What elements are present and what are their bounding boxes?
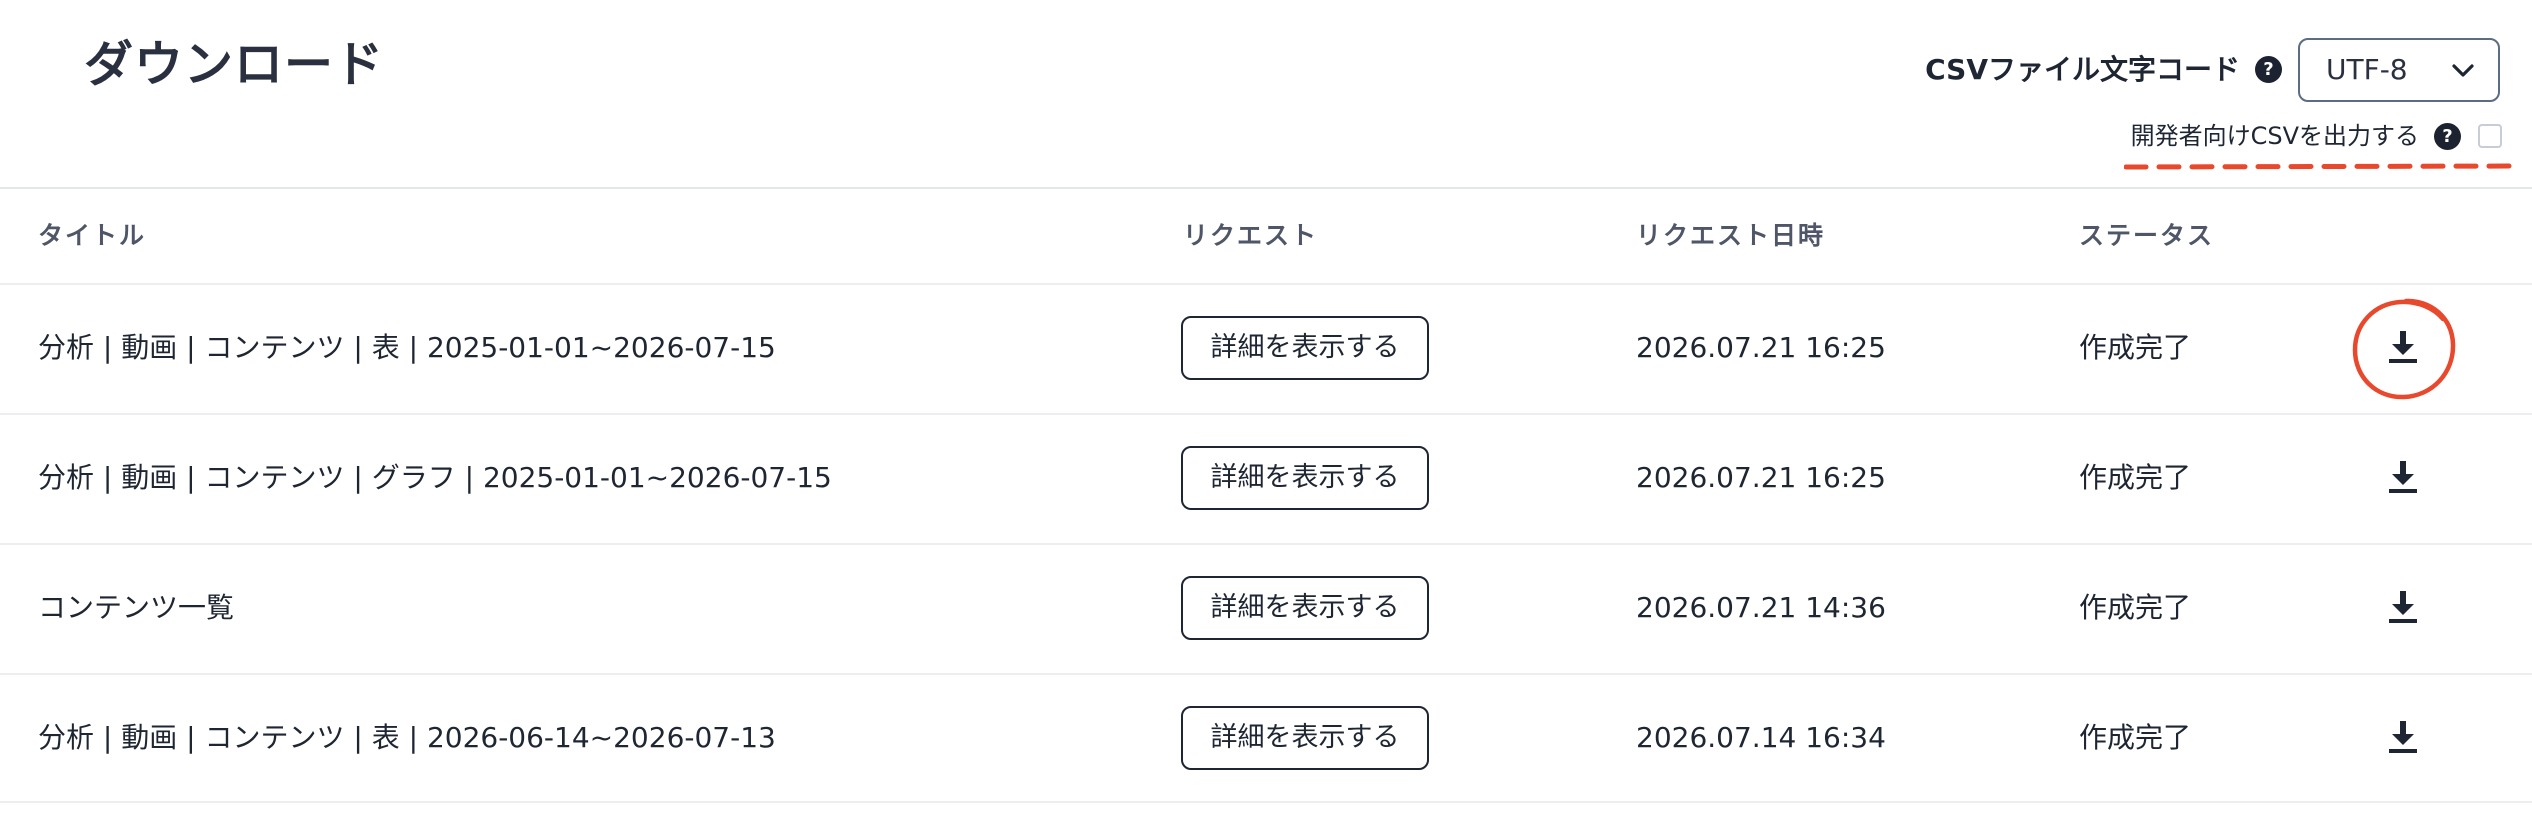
question-circle-icon[interactable]: ? bbox=[2434, 123, 2461, 150]
table-row: 分析 | 動画 | コンテンツ | グラフ | 2025-01-01~2026-… bbox=[0, 413, 2532, 543]
dashed-underline-annotation bbox=[2123, 156, 2517, 175]
download-icon bbox=[2389, 721, 2417, 753]
row-status: 作成完了 bbox=[2079, 461, 2192, 494]
column-header-title: タイトル bbox=[38, 221, 147, 250]
row-title: 分析 | 動画 | コンテンツ | 表 | 2026-06-14~2026-07… bbox=[38, 721, 776, 754]
row-request-date: 2026.07.21 16:25 bbox=[1636, 461, 1886, 494]
row-status: 作成完了 bbox=[2079, 721, 2192, 754]
download-button[interactable] bbox=[2378, 712, 2428, 762]
row-title: コンテンツ一覧 bbox=[38, 591, 235, 624]
download-icon bbox=[2389, 331, 2417, 363]
dev-csv-label: 開発者向けCSVを出力する bbox=[2130, 122, 2419, 150]
column-header-status: ステータス bbox=[2079, 221, 2215, 250]
csv-encoding-select[interactable]: UTF-8 bbox=[2298, 38, 2500, 102]
page-title: ダウンロード bbox=[84, 36, 385, 93]
row-title: 分析 | 動画 | コンテンツ | 表 | 2025-01-01~2026-07… bbox=[38, 331, 776, 364]
row-status: 作成完了 bbox=[2079, 591, 2192, 624]
dev-csv-checkbox[interactable] bbox=[2478, 124, 2502, 148]
table-row: コンテンツ一覧 詳細を表示する 2026.07.21 14:36 作成完了 bbox=[0, 543, 2532, 673]
download-button[interactable] bbox=[2378, 322, 2428, 372]
download-button[interactable] bbox=[2378, 452, 2428, 502]
csv-encoding-label: CSVファイル文字コード bbox=[1925, 53, 2240, 86]
row-request-date: 2026.07.14 16:34 bbox=[1636, 721, 1886, 754]
chevron-down-icon bbox=[2452, 61, 2474, 85]
view-details-button[interactable]: 詳細を表示する bbox=[1181, 576, 1429, 640]
row-request-date: 2026.07.21 14:36 bbox=[1636, 591, 1886, 624]
download-icon bbox=[2389, 591, 2417, 623]
view-details-button[interactable]: 詳細を表示する bbox=[1181, 316, 1429, 380]
download-icon bbox=[2389, 461, 2417, 493]
question-circle-icon[interactable]: ? bbox=[2255, 56, 2282, 83]
row-status: 作成完了 bbox=[2079, 331, 2192, 364]
table-row: 分析 | 動画 | コンテンツ | 表 | 2025-01-01~2026-07… bbox=[0, 283, 2532, 413]
table-row: 分析 | 動画 | コンテンツ | 表 | 2026-06-14~2026-07… bbox=[0, 673, 2532, 803]
download-button[interactable] bbox=[2378, 582, 2428, 632]
row-request-date: 2026.07.21 16:25 bbox=[1636, 331, 1886, 364]
view-details-button[interactable]: 詳細を表示する bbox=[1181, 446, 1429, 510]
column-header-request: リクエスト bbox=[1183, 221, 1319, 250]
column-header-request-date: リクエスト日時 bbox=[1636, 221, 1826, 250]
csv-encoding-value: UTF-8 bbox=[2326, 53, 2408, 86]
row-title: 分析 | 動画 | コンテンツ | グラフ | 2025-01-01~2026-… bbox=[38, 461, 832, 494]
header-divider bbox=[0, 187, 2532, 189]
view-details-button[interactable]: 詳細を表示する bbox=[1181, 706, 1429, 770]
